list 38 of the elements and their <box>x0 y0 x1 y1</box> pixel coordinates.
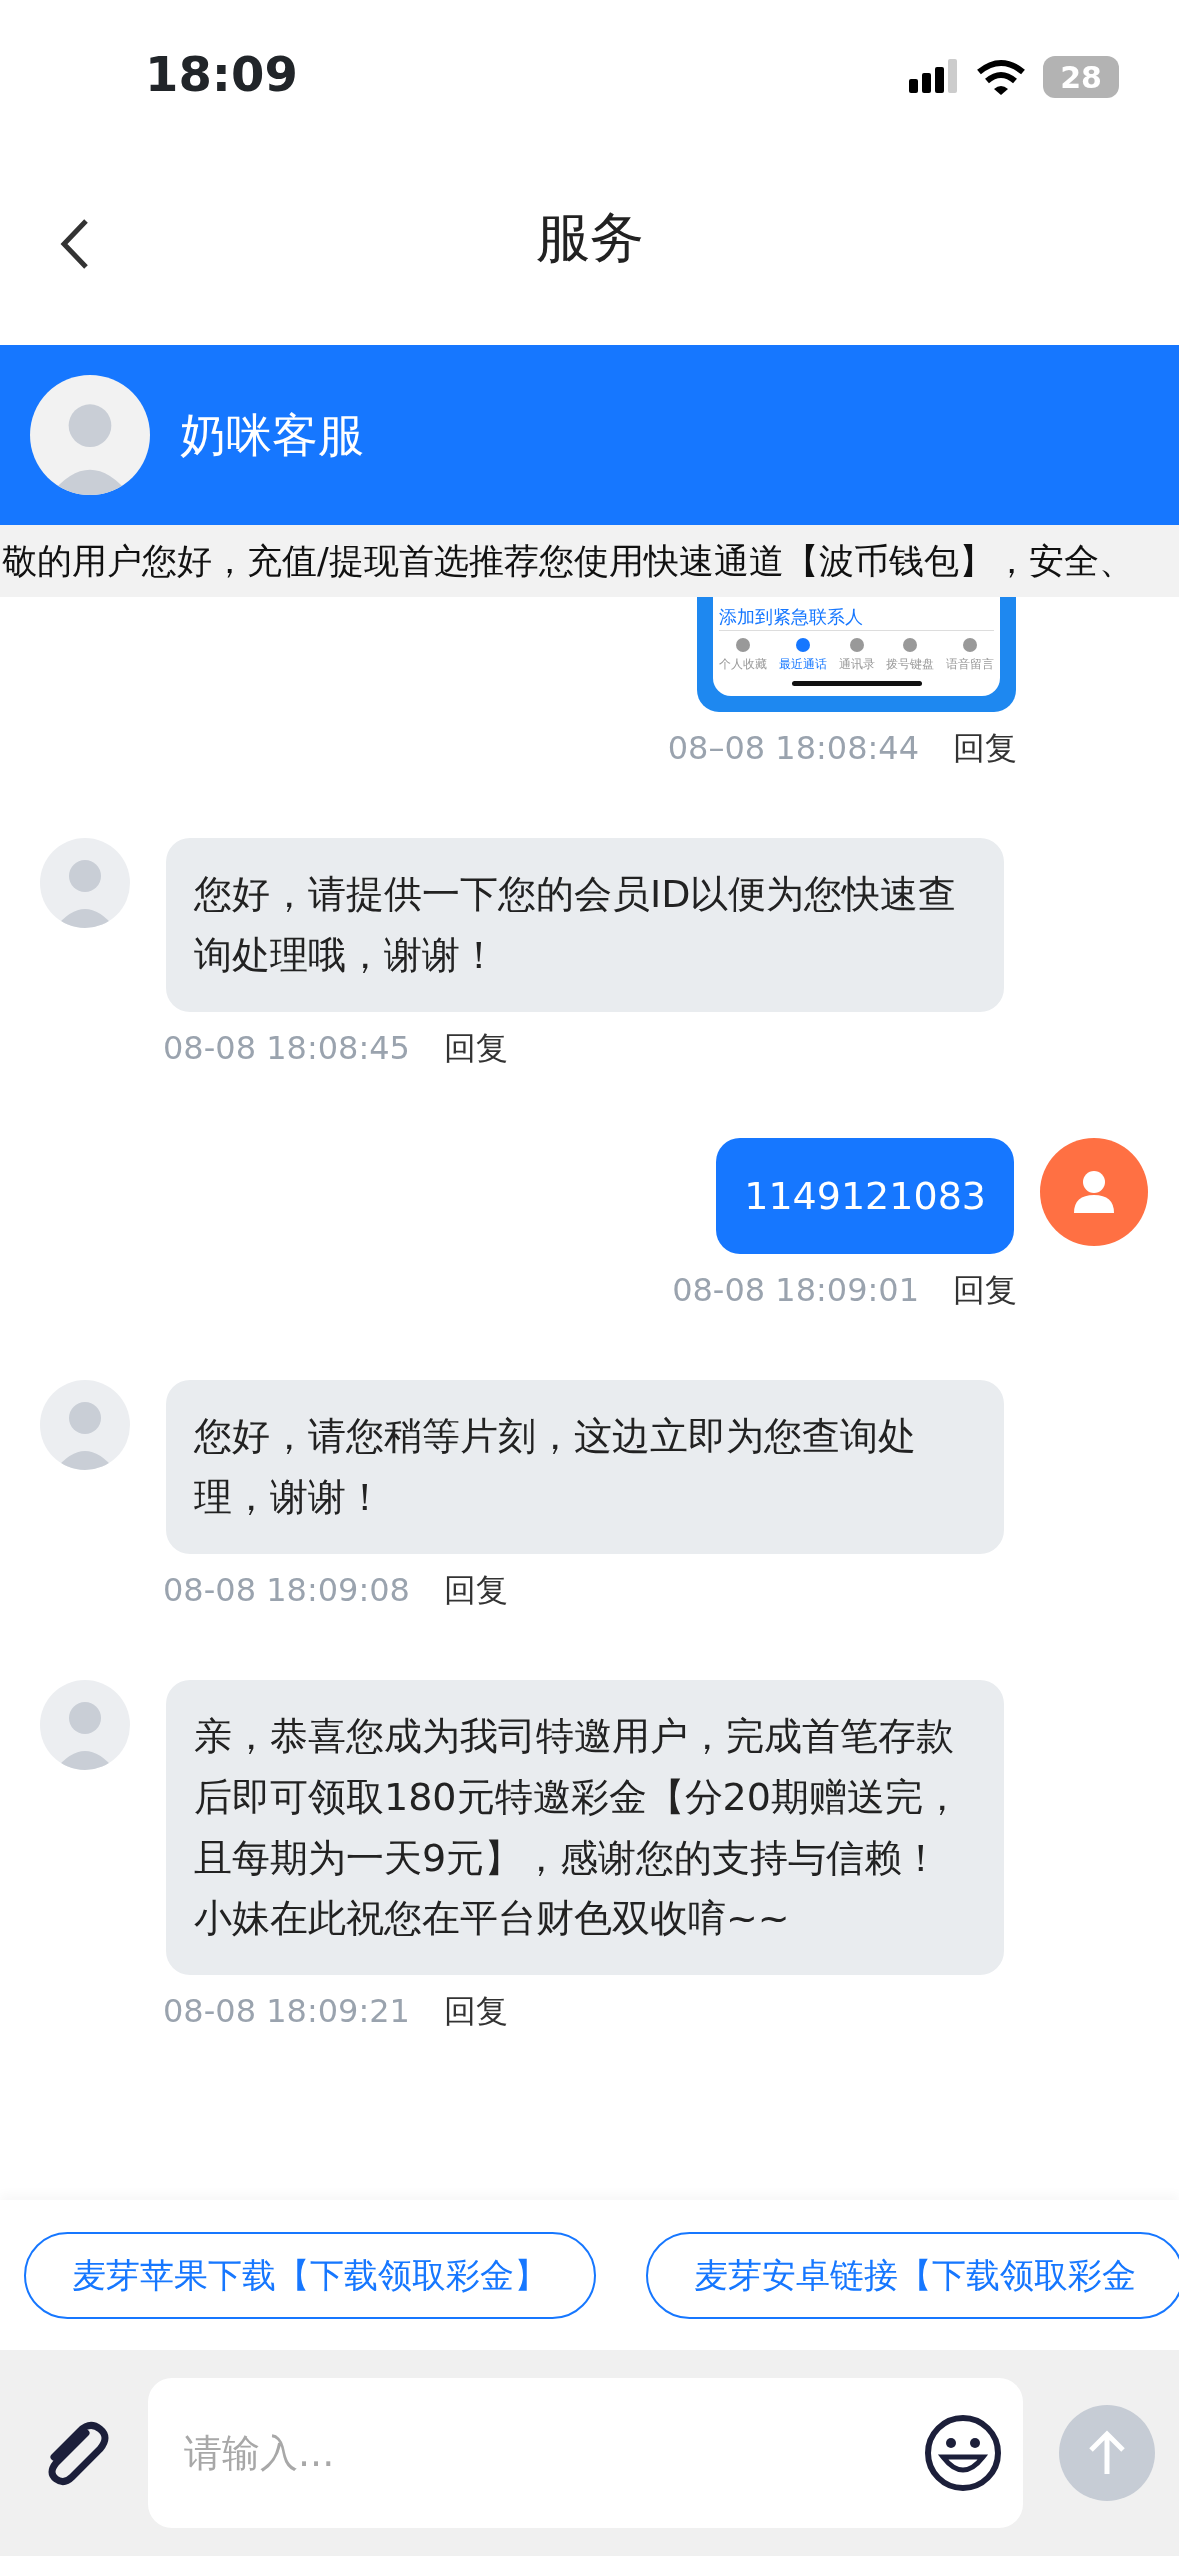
reply-link[interactable]: 回复 <box>953 1266 1017 1315</box>
quick-reply-button[interactable]: 麦芽安卓链接【下载领取彩金 <box>646 2231 1179 2319</box>
tab-icon <box>794 637 811 653</box>
tab-icon <box>962 637 978 653</box>
message-time: 08–08 18:08:44 <box>667 728 919 769</box>
reply-link[interactable]: 回复 <box>953 724 1017 772</box>
reply-link[interactable]: 回复 <box>443 1987 508 2036</box>
wifi-icon <box>975 58 1027 96</box>
message-input-field[interactable]: 请输入... <box>148 2378 1023 2528</box>
message-bubble: 1149121083 <box>716 1137 1014 1255</box>
message-bubble: 您好，请提供一下您的会员ID以便为您快速查询处理哦，谢谢！ <box>166 838 1004 1012</box>
message-bubble: 亲，恭喜您成为我司特邀用户，完成首笔存款后即可领取180元特邀彩金【分20期赠送完，且每期为一天9元】，感谢您的支持与信赖！小妹在此祝您在平台财色双收唷~~ <box>166 1680 1004 1976</box>
tab-label: 最近通话 <box>778 656 827 673</box>
tab-icon <box>902 637 919 653</box>
tab-label: 语音留言 <box>946 656 994 673</box>
tab-label: 拨号键盘 <box>886 656 935 673</box>
tab-label: 通讯录 <box>838 656 875 673</box>
tab-icon <box>848 637 865 653</box>
emoji-icon[interactable] <box>923 2413 1003 2493</box>
quick-reply-button[interactable]: 麦芽苹果下载【下载领取彩金】 <box>24 2231 596 2319</box>
tab-icon <box>735 637 751 653</box>
notice-marquee: 敬的用户您好，充值/提现首选推荐您使用快速通道【波币钱包】，安全、 <box>0 525 1179 597</box>
agent-name: 奶咪客服 <box>180 406 364 464</box>
message-time: 08-08 18:09:21 <box>163 1991 410 2033</box>
page-title: 服务 <box>535 205 644 271</box>
reply-link[interactable]: 回复 <box>443 1023 508 1072</box>
message-time: 08-08 18:09:01 <box>672 1270 919 1312</box>
image-link-text: 添加到紧急联系人 <box>719 605 864 629</box>
image-message[interactable]: 添加到紧急联系人 个人收藏 最近通话 通讯录 拨号键盘 语音留言 <box>697 597 1016 712</box>
reply-link[interactable]: 回复 <box>443 1566 508 1614</box>
back-icon[interactable] <box>60 218 90 270</box>
message-bubble: 您好，请您稍等片刻，这边立即为您查询处理，谢谢！ <box>166 1380 1004 1554</box>
status-time: 18:09 <box>145 50 298 98</box>
signal-icon <box>909 59 959 95</box>
message-time: 08-08 18:08:45 <box>163 1027 410 1069</box>
message-time: 08-08 18:09:08 <box>163 1570 410 1611</box>
tab-label: 个人收藏 <box>719 656 767 673</box>
battery-indicator: 28 <box>1043 56 1119 98</box>
